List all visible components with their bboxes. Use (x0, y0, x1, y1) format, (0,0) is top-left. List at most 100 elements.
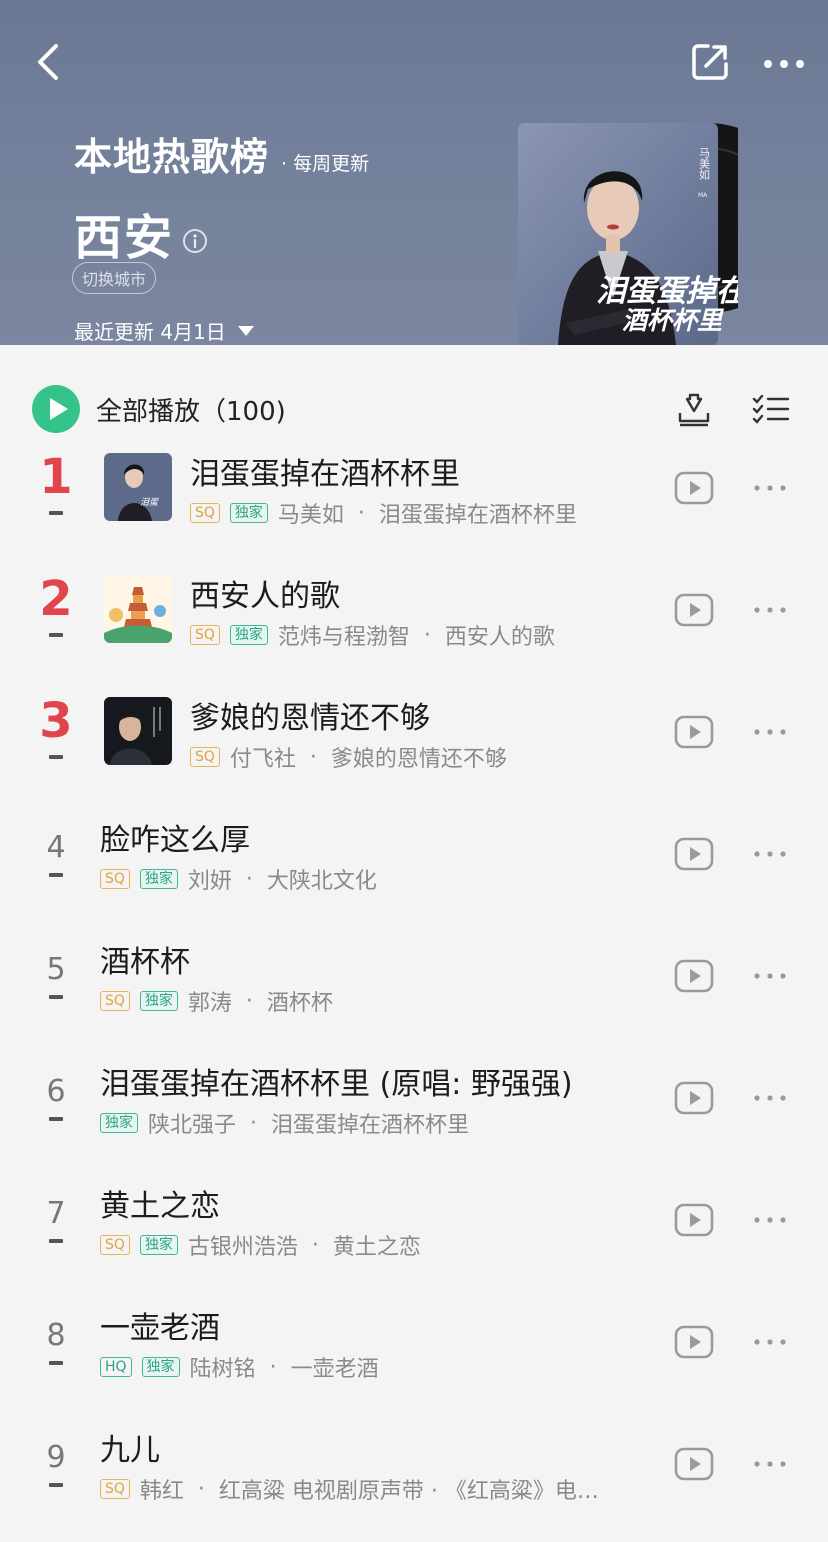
song-album: 一壶老酒 (290, 1357, 379, 1382)
quality-badge: SQ (100, 869, 130, 889)
multi-select-icon[interactable] (752, 393, 790, 425)
song-artist: 陆树铭 (189, 1357, 256, 1382)
rank-unchanged-dash-icon (49, 1239, 63, 1243)
rank-number: 8 (46, 1318, 66, 1353)
song-row[interactable]: 8 一壶老酒 HQ 独家 陆树铭 · 一壶老酒 (0, 1289, 828, 1411)
video-play-icon[interactable] (674, 837, 714, 871)
song-title: 泪蛋蛋掉在酒杯杯里 (原唱: 野强强) (100, 1067, 573, 1102)
song-row[interactable]: 1 泪蛋 泪蛋蛋掉在酒杯杯里 SQ 独家 马美如 · 泪蛋蛋掉在酒杯杯里 (0, 435, 828, 557)
song-row[interactable]: 5 酒杯杯 SQ 独家 郭涛 · 酒杯杯 (0, 923, 828, 1045)
song-list-panel: 全部播放（100) 1 泪蛋 泪蛋蛋掉在酒杯杯里 SQ 独家 马美如 · 泪蛋蛋掉在酒杯杯里 2… (0, 345, 828, 1542)
switch-city-button[interactable]: 切换城市 (72, 262, 157, 294)
song-row[interactable]: 9 九儿 SQ 韩红 · 红高粱 电视剧原声带 · 《红高粱》电… (0, 1411, 828, 1533)
song-title: 泪蛋蛋掉在酒杯杯里 (190, 457, 460, 492)
song-artist: 范炜与程渤智 (277, 625, 410, 650)
video-play-icon[interactable] (674, 1447, 714, 1481)
song-more-icon[interactable] (752, 1458, 788, 1470)
separator-dot: · (245, 988, 253, 1014)
play-all-label: 全部播放（100) (96, 396, 286, 427)
exclusive-badge: 独家 (139, 991, 178, 1011)
share-icon[interactable] (688, 40, 732, 84)
song-row[interactable]: 6 泪蛋蛋掉在酒杯杯里 (原唱: 野强强) 独家 陕北强子 · 泪蛋蛋掉在酒杯杯里 (0, 1045, 828, 1167)
chart-cover-image: 马美如 MA 泪蛋蛋掉在 酒杯杯里 (518, 123, 738, 345)
song-more-icon[interactable] (752, 1214, 788, 1226)
rank-number: 6 (46, 1074, 66, 1109)
song-more-icon[interactable] (752, 848, 788, 860)
city-name: 西安 (74, 210, 175, 266)
song-more-icon[interactable] (752, 1336, 788, 1348)
song-album: 爹娘的恩情还不够 (330, 747, 507, 772)
cover-artist-latin: MA (698, 192, 708, 199)
song-more-icon[interactable] (752, 482, 788, 494)
song-meta: SQ 独家 古银州浩浩 · 黄土之恋 (100, 1229, 421, 1261)
video-play-icon[interactable] (674, 1325, 714, 1359)
rank-unchanged-dash-icon (49, 511, 63, 515)
song-more-icon[interactable] (752, 970, 788, 982)
song-artist: 郭涛 (187, 991, 232, 1016)
song-meta: 独家 陕北强子 · 泪蛋蛋掉在酒杯杯里 (100, 1107, 469, 1139)
chart-header: 本地热歌榜 · 每周更新 西安 切换城市 最近更新 4月1日 马美如 MA 泪蛋… (0, 0, 828, 345)
rank-unchanged-dash-icon (49, 755, 63, 759)
cover-artist-name: 马美如 (698, 147, 711, 181)
video-play-icon[interactable] (674, 1081, 714, 1115)
song-artist: 韩红 (139, 1479, 184, 1504)
back-arrow-icon[interactable] (30, 40, 70, 84)
rank-indicator: 7 (30, 1199, 82, 1243)
play-all-button[interactable]: 全部播放（100) (32, 385, 286, 433)
video-play-icon[interactable] (674, 1203, 714, 1237)
song-meta: SQ 独家 范炜与程渤智 · 西安人的歌 (190, 619, 555, 651)
cover-song-title-line2: 酒杯杯里 (622, 306, 725, 335)
song-album: 泪蛋蛋掉在酒杯杯里 (378, 503, 577, 528)
song-title: 九儿 (100, 1433, 160, 1468)
song-artist: 古银州浩浩 (187, 1235, 298, 1260)
quality-badge: SQ (100, 1479, 130, 1499)
exclusive-badge: 独家 (139, 1235, 178, 1255)
separator-dot: · (197, 1476, 205, 1502)
exclusive-badge: 独家 (141, 1357, 180, 1377)
download-icon[interactable] (676, 391, 712, 427)
separator-dot: · (250, 1110, 258, 1136)
song-meta: SQ 独家 马美如 · 泪蛋蛋掉在酒杯杯里 (190, 497, 577, 529)
song-more-icon[interactable] (752, 1092, 788, 1104)
song-more-icon[interactable] (752, 604, 788, 616)
rank-number: 4 (46, 830, 66, 865)
song-album: 大陕北文化 (266, 869, 377, 894)
song-row[interactable]: 3 爹娘的恩情还不够 SQ 付飞社 · 爹娘的恩情还不够 (0, 679, 828, 801)
video-play-icon[interactable] (674, 471, 714, 505)
song-row[interactable]: 4 脸咋这么厚 SQ 独家 刘妍 · 大陕北文化 (0, 801, 828, 923)
separator-dot: · (311, 1232, 319, 1258)
song-title: 爹娘的恩情还不够 (190, 701, 430, 736)
song-title: 酒杯杯 (100, 945, 190, 980)
song-row[interactable]: 7 黄土之恋 SQ 独家 古银州浩浩 · 黄土之恋 (0, 1167, 828, 1289)
quality-badge: HQ (100, 1357, 132, 1377)
rank-indicator: 8 (30, 1321, 82, 1365)
rank-number: 5 (46, 952, 66, 987)
separator-dot: · (309, 744, 317, 770)
song-artist: 刘妍 (187, 869, 232, 894)
song-artist: 陕北强子 (148, 1113, 237, 1138)
rank-unchanged-dash-icon (49, 633, 63, 637)
song-more-icon[interactable] (752, 726, 788, 738)
update-date-selector[interactable]: 最近更新 4月1日 (74, 316, 254, 345)
song-row[interactable]: 2 西安人的歌 SQ 独家 范炜与程渤智 · 西安人的歌 (0, 557, 828, 679)
video-play-icon[interactable] (674, 715, 714, 749)
rank-unchanged-dash-icon (49, 1361, 63, 1365)
video-play-icon[interactable] (674, 959, 714, 993)
rank-unchanged-dash-icon (49, 1117, 63, 1121)
song-meta: SQ 付飞社 · 爹娘的恩情还不够 (190, 741, 507, 773)
separator-dot: · (423, 622, 431, 648)
song-album: 酒杯杯 (266, 991, 333, 1016)
separator-dot: · (357, 500, 365, 526)
rank-indicator: 5 (30, 955, 82, 999)
exclusive-badge: 独家 (229, 503, 268, 523)
rank-unchanged-dash-icon (49, 873, 63, 877)
info-icon[interactable] (182, 228, 208, 254)
exclusive-badge: 独家 (139, 869, 178, 889)
quality-badge: SQ (190, 503, 220, 523)
chart-update-frequency: · 每周更新 (281, 153, 370, 175)
chart-title-row: 本地热歌榜 · 每周更新 (74, 126, 369, 181)
more-options-icon[interactable] (760, 50, 808, 78)
song-title: 一壶老酒 (100, 1311, 220, 1346)
song-album: 红高粱 电视剧原声带 · 《红高粱》电… (218, 1479, 599, 1504)
video-play-icon[interactable] (674, 593, 714, 627)
